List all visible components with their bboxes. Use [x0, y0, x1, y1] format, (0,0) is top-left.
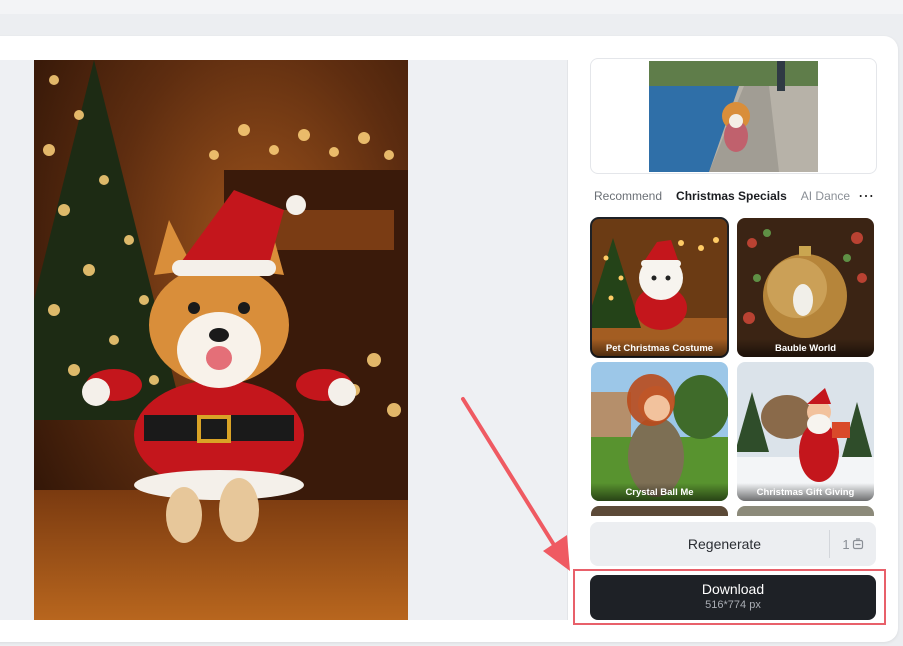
template-label: Bauble World — [737, 339, 874, 357]
template-tile[interactable] — [737, 506, 874, 516]
tab-christmas-specials[interactable]: Christmas Specials — [676, 189, 801, 203]
download-button[interactable]: Download 516*774 px — [590, 575, 876, 620]
style-tabs: Recommend Christmas Specials AI Dance — [594, 184, 884, 208]
tab-ai-dance[interactable]: AI Dance — [801, 189, 864, 203]
source-photo-card[interactable] — [590, 58, 877, 174]
arrow-annotation — [461, 397, 570, 571]
template-label: Crystal Ball Me — [591, 483, 728, 501]
download-size: 516*774 px — [705, 599, 761, 611]
regenerate-count: 1 — [842, 536, 850, 552]
tab-recommend[interactable]: Recommend — [594, 189, 676, 203]
regenerate-button[interactable]: Regenerate 1 — [590, 522, 876, 566]
template-grid: Pet Christmas Costume Bauble World Cryst… — [590, 216, 876, 516]
template-tile-bauble-world[interactable]: Bauble World — [737, 218, 874, 357]
template-label: Pet Christmas Costume — [591, 339, 728, 357]
regenerate-cost: 1 — [830, 537, 876, 552]
source-photo — [649, 61, 818, 172]
template-tile[interactable] — [591, 506, 728, 516]
credit-icon — [852, 538, 863, 550]
regenerate-label: Regenerate — [687, 536, 762, 552]
template-tile-pet-christmas-costume[interactable]: Pet Christmas Costume — [590, 217, 729, 358]
template-tile-crystal-ball-me[interactable]: Crystal Ball Me — [591, 362, 728, 501]
download-label: Download — [701, 581, 765, 597]
template-tile-christmas-gift-giving[interactable]: Christmas Gift Giving — [737, 362, 874, 501]
more-icon[interactable]: ⋯ — [856, 186, 876, 206]
top-strip — [0, 0, 903, 14]
template-label: Christmas Gift Giving — [737, 483, 874, 501]
generated-image — [34, 60, 408, 620]
